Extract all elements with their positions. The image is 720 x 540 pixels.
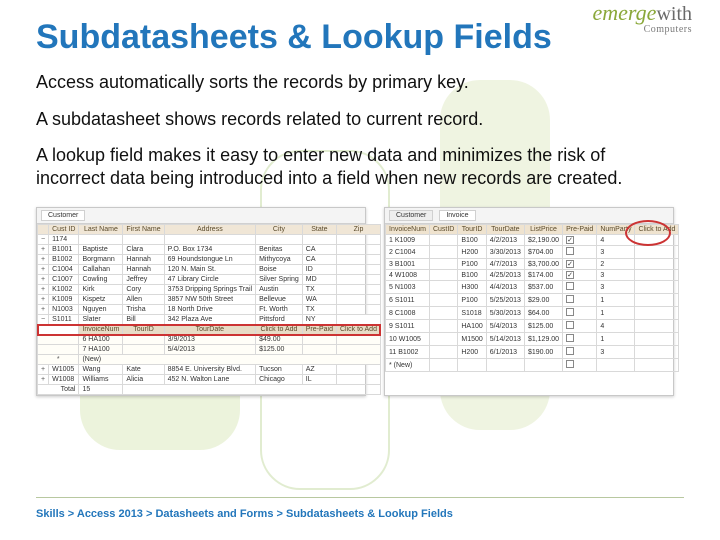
table-row[interactable]: +K1009KispetzAllen3857 NW 50th StreetBel…	[38, 295, 381, 305]
col-header: City	[256, 225, 303, 235]
table-row[interactable]: +C1004CallahanHannah120 N. Main St.Boise…	[38, 265, 381, 275]
col-header: InvoiceNum	[386, 225, 430, 235]
table-row[interactable]: 11 B1002H2006/1/2013$190.003	[386, 346, 679, 359]
col-header: State	[302, 225, 336, 235]
table-row[interactable]: 10 W1005M15005/14/2013$1,129.001	[386, 333, 679, 346]
col-header: ListPrice	[524, 225, 562, 235]
table-row[interactable]: −1174	[38, 235, 381, 245]
paragraph-2: A subdatasheet shows records related to …	[36, 108, 676, 131]
table-row[interactable]: +C1007CowlingJeffrey47 Library CircleSil…	[38, 275, 381, 285]
subdatasheet-header: InvoiceNumTourIDTourDateClick to AddPre-…	[38, 325, 381, 335]
highlight-circle	[625, 220, 671, 246]
tab-customer[interactable]: Customer	[41, 210, 85, 221]
table-row[interactable]: +W1008WilliamsAlicia452 N. Walton LaneCh…	[38, 375, 381, 385]
table-row[interactable]: 4 W1008B1004/25/2013$174.00✓3	[386, 270, 679, 281]
divider	[36, 497, 684, 498]
tab-invoice[interactable]: Invoice	[439, 210, 475, 221]
subdatasheet-row[interactable]: 7 HA1005/4/2013$125.00	[38, 345, 381, 355]
subdatasheet-new-row[interactable]: *(New)	[38, 355, 381, 365]
table-row[interactable]: 8 C1008S10185/30/2013$64.001	[386, 307, 679, 320]
brand-sub: Computers	[562, 24, 692, 35]
customer-table: Cust IDLast NameFirst NameAddressCitySta…	[37, 224, 381, 395]
brand-logo: emergewith Computers	[562, 0, 692, 35]
table-row[interactable]: +W1005WangKate8854 E. University Blvd.Tu…	[38, 365, 381, 375]
col-header: Cust ID	[49, 225, 79, 235]
table-row[interactable]: 2 C1004H2003/30/2013$704.003	[386, 246, 679, 259]
screenshot-invoice-datasheet: Customer Invoice InvoiceNumCustIDTourIDT…	[384, 207, 674, 396]
col-header: Zip	[337, 225, 381, 235]
col-header: CustID	[429, 225, 457, 235]
col-header: First Name	[123, 225, 164, 235]
subdatasheet-row[interactable]: 6 HA1003/9/2013$49.00	[38, 335, 381, 345]
brand-emph: emerge	[593, 0, 657, 25]
col-header: Address	[164, 225, 255, 235]
table-row[interactable]: +B1002BorgmannHannah69 Houndstongue LnMi…	[38, 255, 381, 265]
table-row[interactable]: +K1002KirkCory3753 Dripping Springs Trai…	[38, 285, 381, 295]
table-new-row[interactable]: * (New)	[386, 359, 679, 372]
col-header: TourDate	[486, 225, 524, 235]
breadcrumb: Skills > Access 2013 > Datasheets and Fo…	[36, 508, 453, 520]
tab-customer-2[interactable]: Customer	[389, 210, 433, 221]
table-row[interactable]: +N1003NguyenTrisha18 North DriveFt. Wort…	[38, 305, 381, 315]
col-header: Last Name	[79, 225, 123, 235]
table-row[interactable]: 3 B1001P1004/7/2013$3,700.00✓2	[386, 259, 679, 270]
screenshot-customer-datasheet: Customer Cust IDLast NameFirst NameAddre…	[36, 207, 366, 396]
table-row[interactable]: −S1011SlaterBill342 Plaza AvePittsfordNY	[38, 315, 381, 325]
col-header	[38, 225, 49, 235]
paragraph-3: A lookup field makes it easy to enter ne…	[36, 144, 676, 189]
table-row[interactable]: 9 S1011HA1005/4/2013$125.004	[386, 320, 679, 333]
table-row[interactable]: +B1001BaptisteClaraP.O. Box 1734BenitasC…	[38, 245, 381, 255]
invoice-table: InvoiceNumCustIDTourIDTourDateListPriceP…	[385, 224, 679, 372]
col-header: TourID	[458, 225, 486, 235]
table-row[interactable]: 6 S1011P1005/25/2013$29.001	[386, 294, 679, 307]
paragraph-1: Access automatically sorts the records b…	[36, 71, 676, 94]
table-row[interactable]: 5 N1003H3004/4/2013$537.003	[386, 281, 679, 294]
brand-with: with	[656, 3, 692, 25]
col-header: Pre-Paid	[563, 225, 597, 235]
table-footer: Total15	[38, 385, 381, 395]
